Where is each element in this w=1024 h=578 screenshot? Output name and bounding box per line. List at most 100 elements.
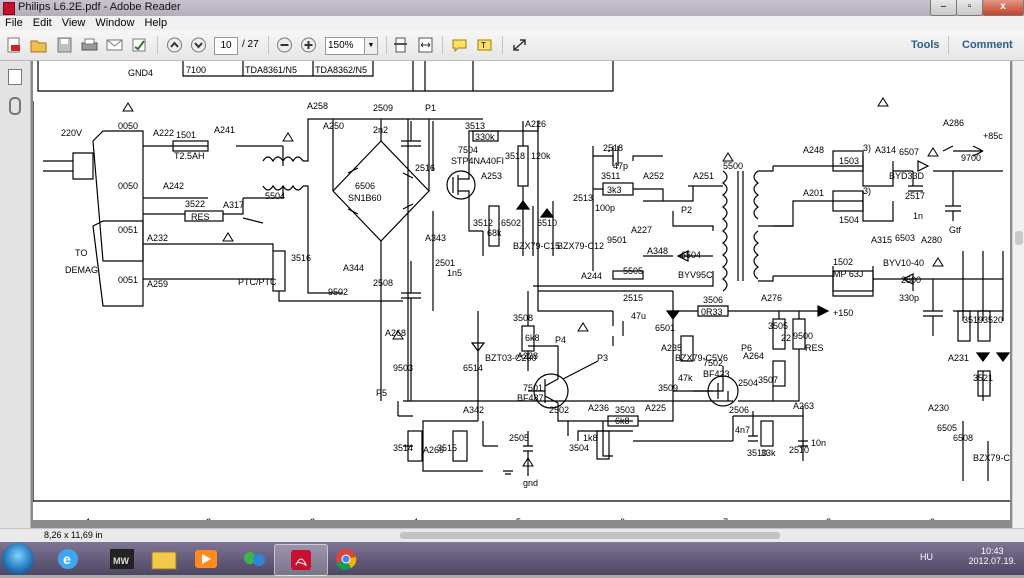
zoom-dropdown-chevron-icon[interactable]: ▼ bbox=[364, 37, 378, 55]
ref-bzx79-c12: BZX79-C12 bbox=[557, 241, 604, 251]
adobe-reader-icon bbox=[3, 2, 15, 15]
ref-3512: 3512 bbox=[473, 218, 493, 228]
net-a342: A342 bbox=[463, 405, 484, 415]
ref-330p: 330p bbox=[899, 293, 919, 303]
ref-2518: 2518 bbox=[603, 143, 623, 153]
ref-22: 22 bbox=[781, 333, 791, 343]
full-width-icon[interactable] bbox=[417, 37, 434, 53]
save-icon[interactable] bbox=[56, 37, 73, 53]
menu-window[interactable]: Window bbox=[90, 16, 139, 30]
vertical-scrollbar[interactable] bbox=[1012, 61, 1024, 528]
comment-bubble-icon[interactable] bbox=[451, 37, 468, 53]
ref-3520: 3520 bbox=[983, 315, 1003, 325]
comment-pane-link[interactable]: Comment bbox=[962, 39, 1013, 51]
ref-sn1b60: SN1B60 bbox=[348, 193, 382, 203]
zoom-level-select[interactable]: 150% bbox=[325, 37, 367, 55]
ref-t25ah: T2.5AH bbox=[174, 151, 205, 161]
fit-page-icon[interactable] bbox=[392, 37, 409, 53]
ref-6506: 6506 bbox=[355, 181, 375, 191]
ref-9700: 9700 bbox=[961, 153, 981, 163]
ref-0051b: 0051 bbox=[118, 275, 138, 285]
create-pdf-icon[interactable] bbox=[6, 37, 23, 53]
open-icon[interactable] bbox=[30, 37, 47, 53]
taskbar-chrome-icon[interactable] bbox=[320, 544, 372, 574]
label-plus85c: +85c bbox=[983, 131, 1003, 141]
net-a258: A258 bbox=[307, 101, 328, 111]
ref-1501: 1501 bbox=[176, 130, 196, 140]
taskbar-messenger-icon[interactable] bbox=[228, 544, 280, 574]
net-a231: A231 bbox=[948, 353, 969, 363]
clock[interactable]: 10:43 2012.07.19. bbox=[968, 546, 1016, 566]
taskbar-media-icon[interactable] bbox=[180, 544, 232, 574]
ref-byd33d: BYD33D bbox=[889, 171, 925, 181]
pdf-page: GND4 7100 TDA8361/N5 TDA8362/N5 220V TO … bbox=[33, 61, 1010, 520]
net-a252: A252 bbox=[643, 171, 664, 181]
menu-file[interactable]: File bbox=[0, 16, 28, 30]
print-icon[interactable] bbox=[81, 37, 98, 53]
net-a241: A241 bbox=[214, 125, 235, 135]
ref-6k8: 6k8 bbox=[525, 333, 540, 343]
horizontal-scrollbar[interactable] bbox=[200, 531, 1010, 540]
net-a201: A201 bbox=[803, 188, 824, 198]
ref-4n7: 4n7 bbox=[735, 425, 750, 435]
menu-edit[interactable]: Edit bbox=[28, 16, 57, 30]
ref-6501: 6501 bbox=[655, 323, 675, 333]
previous-page-icon[interactable] bbox=[166, 37, 183, 53]
ref-3522: 3522 bbox=[185, 199, 205, 209]
page-number-input[interactable]: 10 bbox=[214, 37, 238, 55]
net-a259: A259 bbox=[147, 279, 168, 289]
ref-0051: 0051 bbox=[118, 225, 138, 235]
ref-bzx79-c5v1: BZX79-C5V1 bbox=[973, 453, 1010, 463]
expand-icon[interactable] bbox=[511, 37, 528, 53]
net-a253: A253 bbox=[481, 171, 502, 181]
ref-3508: 3508 bbox=[513, 313, 533, 323]
ref-6502: 6502 bbox=[501, 218, 521, 228]
ref-2505: 2505 bbox=[509, 433, 529, 443]
ref-1504: 1504 bbox=[839, 215, 859, 225]
ref-6514: 6514 bbox=[463, 363, 483, 373]
page-size-readout: 8,26 x 11,69 in bbox=[44, 530, 103, 540]
sign-icon[interactable] bbox=[131, 37, 148, 53]
toolbar: 10 / 27 150% ▼ T Tools Comment bbox=[0, 30, 1024, 61]
ref-3514: 3514 bbox=[393, 443, 413, 453]
net-a225: A225 bbox=[645, 403, 666, 413]
net-a317: A317 bbox=[223, 200, 244, 210]
taskbar-ie-icon[interactable]: e bbox=[42, 544, 94, 574]
net-a344: A344 bbox=[343, 263, 364, 273]
horizontal-scroll-thumb[interactable] bbox=[400, 532, 780, 539]
tools-pane-link[interactable]: Tools bbox=[911, 39, 940, 51]
email-icon[interactable] bbox=[106, 37, 123, 53]
ref-100p: 100p bbox=[595, 203, 615, 213]
menu-view[interactable]: View bbox=[57, 16, 91, 30]
language-indicator[interactable]: HU bbox=[920, 552, 933, 562]
net-a263: A263 bbox=[793, 401, 814, 411]
label-demag: DEMAG bbox=[65, 265, 98, 275]
start-button[interactable] bbox=[2, 543, 34, 575]
vertical-scroll-thumb[interactable] bbox=[1015, 231, 1023, 245]
net-a286: A286 bbox=[943, 118, 964, 128]
highlight-icon[interactable]: T bbox=[476, 37, 493, 53]
next-page-icon[interactable] bbox=[190, 37, 207, 53]
zoom-out-icon[interactable] bbox=[276, 37, 293, 53]
ref-stp4na40fi: STP4NA40FI bbox=[451, 156, 504, 166]
net-a280: A280 bbox=[921, 235, 942, 245]
net-a268: A268 bbox=[385, 328, 406, 338]
menu-help[interactable]: Help bbox=[139, 16, 172, 30]
minimize-button[interactable]: – bbox=[930, 0, 957, 16]
page-thumbnails-icon[interactable] bbox=[8, 69, 22, 85]
ref-0050b: 0050 bbox=[118, 181, 138, 191]
ref-2500: 2500 bbox=[901, 275, 921, 285]
attachments-paperclip-icon[interactable] bbox=[9, 97, 21, 115]
ref-47p: 47p bbox=[613, 161, 628, 171]
maximize-button[interactable]: ▫ bbox=[956, 0, 983, 16]
close-button[interactable]: x bbox=[982, 0, 1024, 16]
label-220v: 220V bbox=[61, 128, 82, 138]
ref-47k: 47k bbox=[678, 373, 693, 383]
zoom-in-icon[interactable] bbox=[300, 37, 317, 53]
ruler-8: 8 bbox=[826, 517, 831, 520]
ruler-4: 4 bbox=[413, 517, 418, 520]
document-view[interactable]: GND4 7100 TDA8361/N5 TDA8362/N5 220V TO … bbox=[31, 61, 1012, 528]
ref-1503: 1503 bbox=[839, 156, 859, 166]
ref-5504: 5504 bbox=[265, 191, 285, 201]
ref-2513: 2513 bbox=[573, 193, 593, 203]
